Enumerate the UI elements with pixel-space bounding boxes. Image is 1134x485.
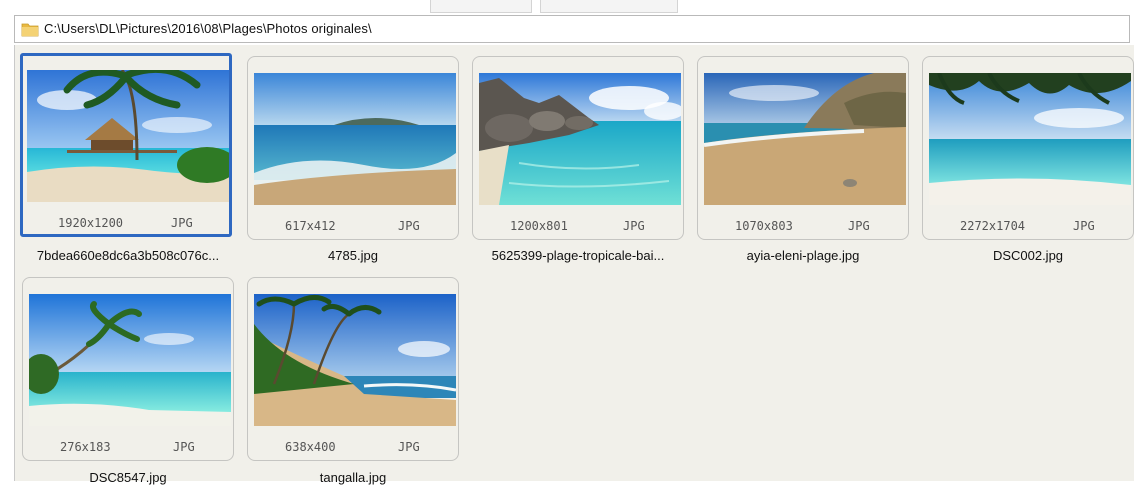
thumbnail-item[interactable]: 1070x803 JPG (697, 56, 909, 240)
image-type: JPG (173, 440, 195, 454)
photo-thumbnail[interactable] (704, 73, 906, 205)
file-name[interactable]: tangalla.jpg (240, 470, 466, 485)
address-path[interactable]: C:\Users\DL\Pictures\2016\08\Plages\Phot… (44, 21, 372, 36)
file-name[interactable]: 5625399-plage-tropicale-bai... (465, 248, 691, 263)
thumbnail-item[interactable]: 638x400 JPG (247, 277, 459, 461)
thumbnail-item[interactable]: 1920x1200 JPG (20, 53, 232, 237)
toolbar-tab[interactable] (430, 0, 532, 13)
file-name[interactable]: DSC8547.jpg (15, 470, 241, 485)
thumbnail-item[interactable]: 2272x1704 JPG (922, 56, 1134, 240)
image-dimensions: 1920x1200 (58, 216, 124, 230)
image-type: JPG (398, 440, 420, 454)
image-dimensions: 1200x801 (510, 219, 568, 233)
thumbnail-item[interactable]: 617x412 JPG (247, 56, 459, 240)
photo-thumbnail[interactable] (479, 73, 681, 205)
image-dimensions: 1070x803 (735, 219, 793, 233)
file-name[interactable]: ayia-eleni-plage.jpg (690, 248, 916, 263)
photo-thumbnail[interactable] (29, 294, 231, 426)
file-name[interactable]: 4785.jpg (240, 248, 466, 263)
image-type: JPG (623, 219, 645, 233)
image-dimensions: 617x412 (285, 219, 336, 233)
photo-thumbnail[interactable] (254, 294, 456, 426)
thumbnail-item[interactable]: 1200x801 JPG (472, 56, 684, 240)
image-dimensions: 276x183 (60, 440, 111, 454)
image-dimensions: 2272x1704 (960, 219, 1026, 233)
image-type: JPG (171, 216, 193, 230)
thumbnail-grid: 1920x1200 JPG 7bdea660e8dc6a3b508c076c..… (14, 45, 1134, 485)
file-name[interactable]: 7bdea660e8dc6a3b508c076c... (15, 248, 241, 263)
folder-icon (21, 21, 39, 37)
image-dimensions: 638x400 (285, 440, 336, 454)
toolbar-tab[interactable] (540, 0, 678, 13)
address-bar[interactable]: C:\Users\DL\Pictures\2016\08\Plages\Phot… (14, 15, 1130, 43)
image-type: JPG (1073, 219, 1095, 233)
thumbnail-item[interactable]: 276x183 JPG (22, 277, 234, 461)
photo-thumbnail[interactable] (929, 73, 1131, 205)
top-strip (0, 0, 1134, 14)
photo-thumbnail[interactable] (254, 73, 456, 205)
image-type: JPG (848, 219, 870, 233)
image-type: JPG (398, 219, 420, 233)
file-name[interactable]: DSC002.jpg (915, 248, 1134, 263)
photo-thumbnail[interactable] (27, 70, 229, 202)
